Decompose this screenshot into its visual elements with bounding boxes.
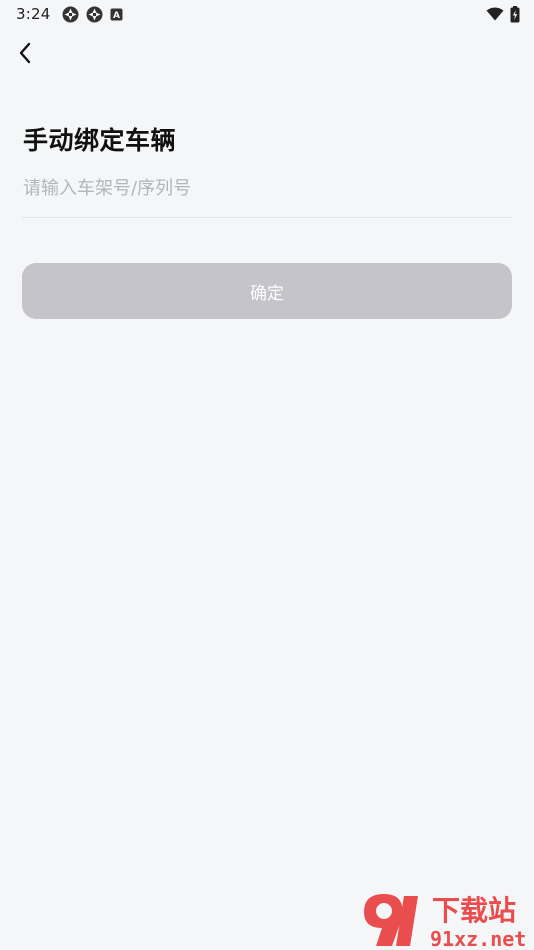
input-divider	[22, 217, 512, 218]
wifi-icon	[486, 7, 504, 21]
status-notification-icons: A	[62, 6, 123, 23]
battery-charging-icon	[510, 5, 520, 22]
app-notification-icon	[62, 6, 79, 22]
watermark-url: 91xz.net	[430, 927, 526, 950]
screen: 3:24 A 手动绑定车辆 请输入车架号/序列号 确定 下载站 91xz.net	[0, 0, 534, 950]
status-time: 3:24	[16, 5, 51, 23]
a-badge-letter: A	[114, 11, 121, 21]
status-right	[486, 5, 520, 23]
back-button[interactable]	[10, 38, 40, 68]
app-notification-icon	[86, 6, 103, 22]
chevron-left-icon	[19, 42, 31, 64]
status-bar: 3:24 A	[0, 0, 534, 28]
page-title: 手动绑定车辆	[23, 126, 177, 155]
status-left: 3:24 A	[16, 5, 123, 23]
watermark-brand: 下载站	[432, 894, 516, 927]
vin-input[interactable]	[22, 168, 512, 208]
watermark-logo: 下载站 91xz.net	[364, 894, 526, 950]
a-badge-icon: A	[110, 8, 123, 21]
confirm-button[interactable]: 确定	[22, 263, 512, 319]
